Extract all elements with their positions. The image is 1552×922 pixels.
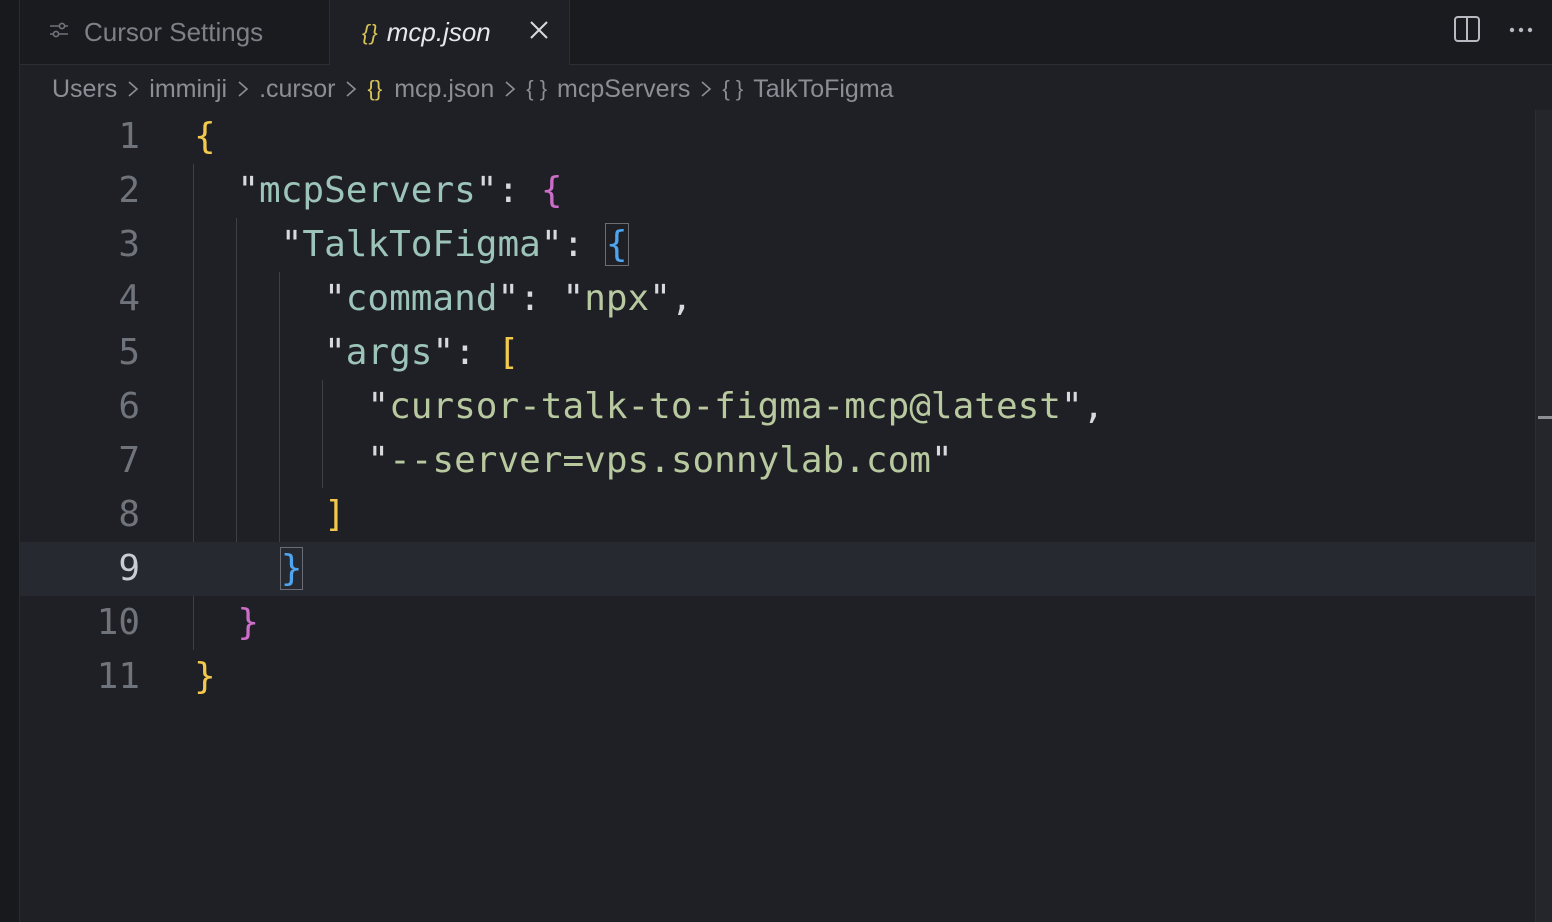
code-line: 8 ] <box>20 488 1536 542</box>
close-icon[interactable] <box>527 18 551 42</box>
json-key: args <box>345 332 433 373</box>
tab-label: mcp.json <box>386 17 491 47</box>
code-line-current: 9 } <box>20 542 1536 596</box>
object-braces-icon: { } <box>526 76 548 101</box>
json-string: npx <box>584 278 650 319</box>
code-text: } <box>194 542 304 596</box>
code-line: 5 "args": [ <box>20 326 1536 380</box>
editor-pane: Cursor Settings {} mcp.json Users imminj… <box>20 0 1552 922</box>
code-line: 3 "TalkToFigma": { <box>20 218 1536 272</box>
json-string: --server=vps.sonnylab.com <box>389 440 931 481</box>
matched-bracket: { <box>604 223 629 266</box>
line-number: 3 <box>118 224 140 265</box>
tab-label: Cursor Settings <box>84 16 264 47</box>
code-line: 11 } <box>20 650 1536 704</box>
chevron-right-icon <box>346 81 357 97</box>
more-actions-icon[interactable] <box>1508 14 1534 49</box>
activity-strip <box>0 0 20 922</box>
breadcrumb-mcpservers[interactable]: mcpServers <box>557 75 690 104</box>
chevron-right-icon <box>128 81 139 97</box>
split-editor-icon[interactable] <box>1452 14 1482 49</box>
breadcrumb-imminji[interactable]: imminji <box>149 75 227 104</box>
breadcrumb: Users imminji .cursor {} mcp.json { } mc… <box>52 70 894 108</box>
tab-cursor-settings[interactable]: Cursor Settings <box>20 0 330 64</box>
code-line: 2 "mcpServers": { <box>20 164 1536 218</box>
line-number: 10 <box>96 602 140 643</box>
code-text: "command": "npx", <box>324 278 693 319</box>
breadcrumb-cursor[interactable]: .cursor <box>259 75 335 104</box>
scrollbar-cursor-marker <box>1538 416 1552 419</box>
code-line: 7 "--server=vps.sonnylab.com" <box>20 434 1536 488</box>
json-braces-icon: {} <box>362 19 379 45</box>
json-string: cursor-talk-to-figma-mcp@latest <box>389 386 1061 427</box>
code-editor[interactable]: 1 { 2 "mcpServers": { 3 "TalkToFigma": {… <box>20 110 1536 922</box>
line-number: 7 <box>118 440 140 481</box>
line-number: 2 <box>118 170 140 211</box>
code-line: 4 "command": "npx", <box>20 272 1536 326</box>
settings-sliders-icon <box>48 17 70 48</box>
code-text: "--server=vps.sonnylab.com" <box>367 440 953 481</box>
tab-bar: Cursor Settings {} mcp.json <box>20 0 1552 65</box>
code-text: ] <box>324 494 346 535</box>
code-text: "args": [ <box>324 332 520 373</box>
code-text: "mcpServers": { <box>237 170 563 211</box>
code-line: 6 "cursor-talk-to-figma-mcp@latest", <box>20 380 1536 434</box>
breadcrumb-talktofigma[interactable]: TalkToFigma <box>753 75 893 104</box>
matched-bracket: } <box>279 547 304 590</box>
line-number: 4 <box>118 278 140 319</box>
line-number: 6 <box>118 386 140 427</box>
json-braces-icon: {} <box>367 76 383 101</box>
code-text: "cursor-talk-to-figma-mcp@latest", <box>367 386 1105 427</box>
code-line: 10 } <box>20 596 1536 650</box>
object-braces-icon: { } <box>722 76 744 101</box>
breadcrumb-users[interactable]: Users <box>52 75 117 104</box>
vertical-scrollbar[interactable] <box>1535 110 1552 922</box>
line-number: 11 <box>96 656 140 697</box>
chevron-right-icon <box>505 81 516 97</box>
line-number: 9 <box>118 548 140 589</box>
line-number: 1 <box>118 116 140 157</box>
json-key: command <box>345 278 498 319</box>
code-text: { <box>194 116 216 157</box>
json-key: TalkToFigma <box>302 224 541 265</box>
code-text: "TalkToFigma": { <box>280 223 629 266</box>
chevron-right-icon <box>238 81 249 97</box>
line-number: 5 <box>118 332 140 373</box>
code-text: } <box>194 656 216 697</box>
line-number: 8 <box>118 494 140 535</box>
code-line: 1 { <box>20 110 1536 164</box>
tab-mcp-json[interactable]: {} mcp.json <box>330 0 570 65</box>
editor-actions <box>1452 14 1534 49</box>
breadcrumb-file[interactable]: mcp.json <box>394 75 494 104</box>
code-text: } <box>237 602 260 643</box>
json-key: mcpServers <box>259 170 476 211</box>
chevron-right-icon <box>701 81 712 97</box>
